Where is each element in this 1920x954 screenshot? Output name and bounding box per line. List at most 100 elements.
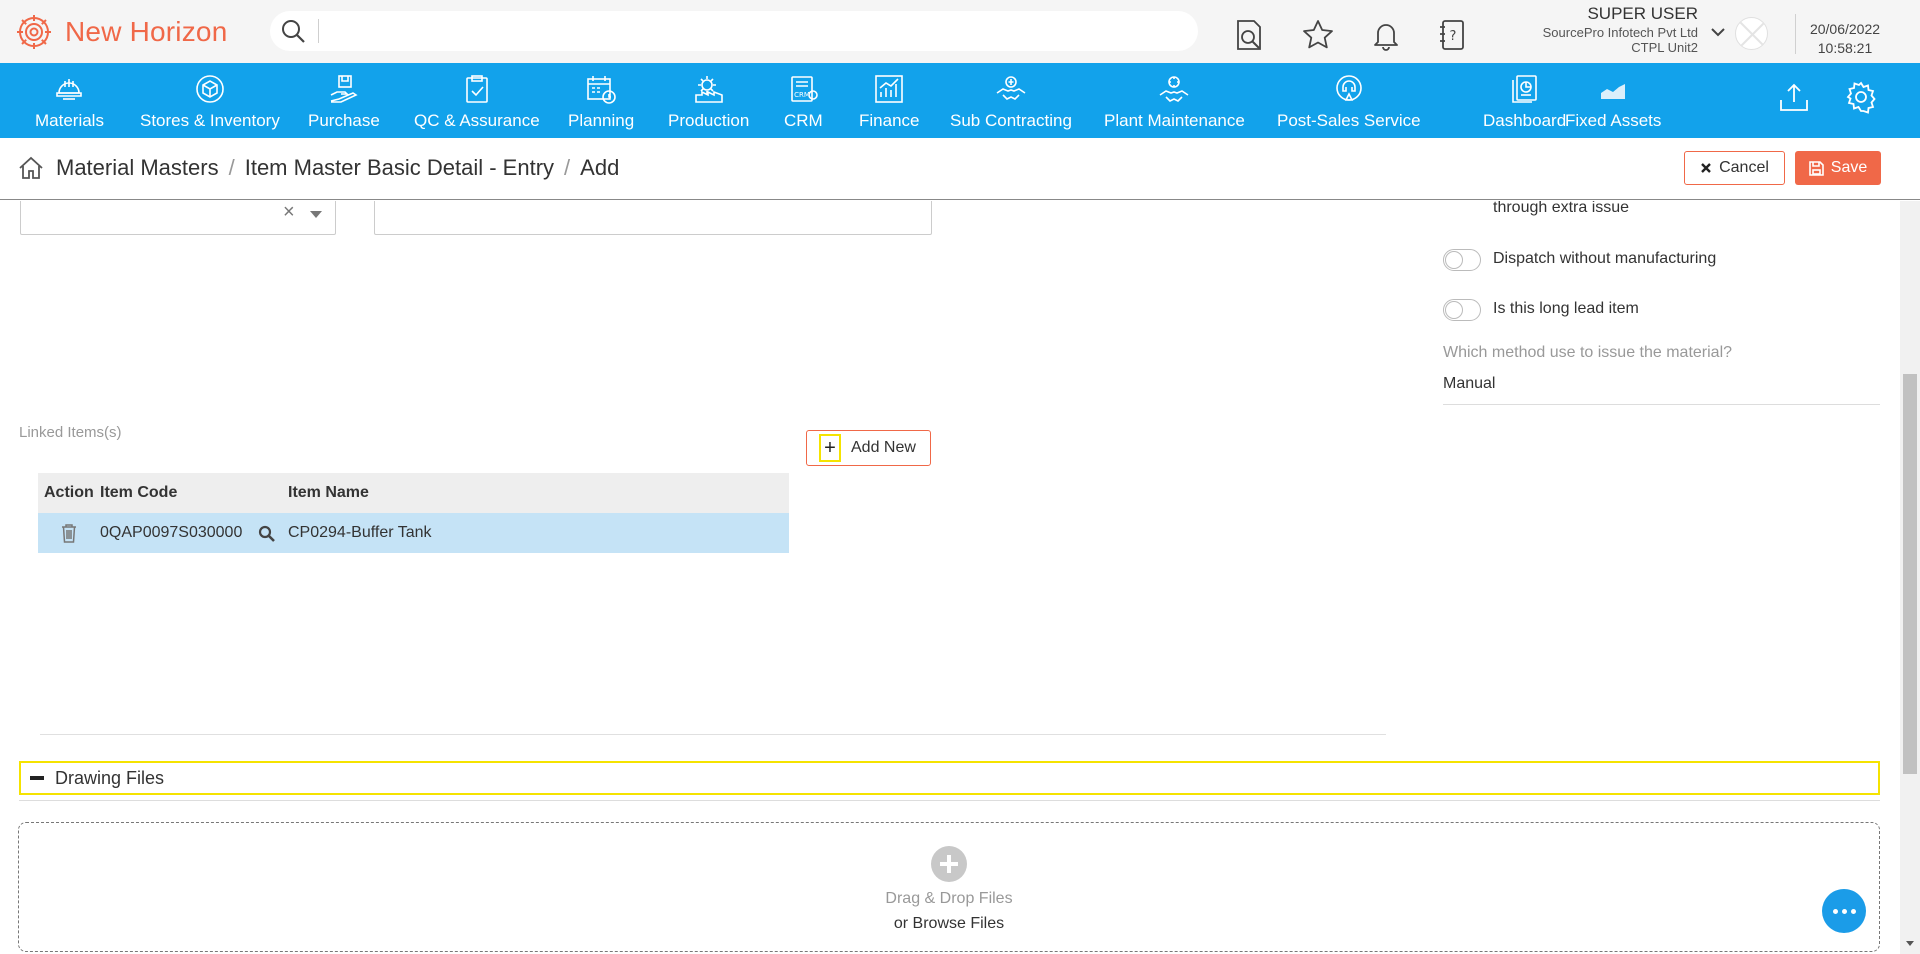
current-time: 10:58:21 xyxy=(1817,40,1873,56)
text-field[interactable] xyxy=(374,201,932,235)
add-circle-icon[interactable] xyxy=(931,846,967,882)
drawing-files-section-header[interactable]: Drawing Files xyxy=(19,761,1880,795)
nav-crm[interactable]: CRM CRM xyxy=(784,73,823,135)
nav-label: Production xyxy=(668,111,750,130)
item-name-value: CP0294-Buffer Tank xyxy=(288,524,432,541)
dot-icon xyxy=(1832,908,1838,914)
nav-label: Plant Maintenance xyxy=(1104,111,1245,130)
nav-stores-inventory[interactable]: Stores & Inventory xyxy=(140,73,280,135)
nav-sub-contracting[interactable]: Sub Contracting xyxy=(950,73,1072,135)
datetime: 20/06/2022 10:58:21 xyxy=(1800,20,1890,58)
nav-dashboard[interactable]: Dashboard xyxy=(1483,73,1566,135)
nav-qc-assurance[interactable]: QC & Assurance xyxy=(414,73,540,135)
user-org: SourcePro Infotech Pvt Ltd xyxy=(1542,25,1698,40)
svg-text:CRM: CRM xyxy=(794,91,810,99)
box-icon xyxy=(196,75,224,103)
document-search-icon[interactable] xyxy=(1232,18,1266,52)
table-row[interactable]: 0QAP0097S030000 CP0294-Buffer Tank xyxy=(38,513,789,553)
plus-icon: + xyxy=(819,434,841,462)
issue-method-field[interactable]: Manual xyxy=(1443,375,1880,405)
scroll-down-arrow-icon[interactable] xyxy=(1906,941,1914,946)
dot-icon xyxy=(1841,908,1847,914)
file-dropzone[interactable]: Drag & Drop Files or Browse Files xyxy=(18,822,1880,952)
scrollbar-thumb[interactable] xyxy=(1903,374,1917,774)
settings-gear-icon[interactable] xyxy=(1844,80,1878,114)
nav-label: Fixed Assets xyxy=(1565,111,1662,130)
nav-post-sales-service[interactable]: Post-Sales Service xyxy=(1277,73,1421,135)
save-button[interactable]: Save xyxy=(1795,151,1881,185)
global-search[interactable] xyxy=(270,11,1198,51)
col-item-code: Item Code xyxy=(100,484,178,501)
add-new-button[interactable]: + Add New xyxy=(806,430,931,466)
upload-icon[interactable] xyxy=(1777,80,1811,114)
search-separator xyxy=(318,19,319,43)
breadcrumb-separator: / xyxy=(564,155,571,180)
nav-planning[interactable]: Planning xyxy=(568,73,634,135)
caret-down-icon[interactable] xyxy=(310,211,322,218)
breadcrumb: Material Masters / Item Master Basic Det… xyxy=(56,155,619,181)
nav-label: Stores & Inventory xyxy=(140,111,280,130)
nav-plant-maintenance[interactable]: Plant Maintenance xyxy=(1104,73,1245,135)
maintenance-icon xyxy=(1159,76,1189,102)
breadcrumb-add: Add xyxy=(580,155,620,180)
long-lead-toggle[interactable] xyxy=(1443,299,1481,321)
search-icon[interactable] xyxy=(280,18,306,44)
nav-label: Post-Sales Service xyxy=(1277,111,1421,130)
help-book-icon[interactable]: ? xyxy=(1435,18,1469,52)
clear-icon[interactable]: × xyxy=(283,201,295,224)
area-chart-icon xyxy=(1601,84,1626,99)
breadcrumb-separator: / xyxy=(228,155,235,180)
nav-finance[interactable]: Finance xyxy=(859,73,919,135)
dispatch-toggle[interactable] xyxy=(1443,249,1481,271)
nav-label: Materials xyxy=(35,111,104,130)
main-nav: Materials Stores & Inventory Purchase QC… xyxy=(0,63,1920,138)
nav-label: Finance xyxy=(859,111,920,130)
trash-icon[interactable] xyxy=(61,523,77,543)
top-header: New Horizon ? SUPER USER SourcePro Infot… xyxy=(0,0,1920,63)
linked-items-table: Action Item Code Item Name 0QAP0097S0300… xyxy=(38,473,789,553)
nav-label: CRM xyxy=(784,111,823,130)
app-logo[interactable]: New Horizon xyxy=(14,12,227,52)
cancel-label: Cancel xyxy=(1719,159,1769,176)
section-title: Drawing Files xyxy=(55,767,165,788)
dropdown-select[interactable]: × xyxy=(20,201,336,235)
browse-files-link[interactable]: or Browse Files xyxy=(19,915,1879,933)
save-label: Save xyxy=(1830,159,1868,176)
helmet-icon xyxy=(56,79,83,100)
nav-materials[interactable]: Materials xyxy=(35,73,104,135)
linked-items-label: Linked Items(s) xyxy=(19,424,122,441)
nav-label: QC & Assurance xyxy=(414,111,540,130)
drag-drop-text: Drag & Drop Files xyxy=(885,890,1013,907)
nav-label: Sub Contracting xyxy=(950,111,1072,130)
current-date: 20/06/2022 xyxy=(1809,21,1881,37)
col-item-name: Item Name xyxy=(288,484,369,501)
search-input[interactable] xyxy=(326,17,1186,45)
handshake-icon xyxy=(996,76,1026,100)
user-unit: CTPL Unit2 xyxy=(1631,40,1698,55)
long-lead-label: Is this long lead item xyxy=(1493,300,1639,317)
nav-production[interactable]: Production xyxy=(668,73,749,135)
avatar-placeholder-icon xyxy=(1739,21,1766,48)
nav-purchase[interactable]: Purchase xyxy=(308,73,380,135)
search-icon[interactable] xyxy=(258,525,275,542)
item-code-value: 0QAP0097S030000 xyxy=(100,524,243,541)
extra-issue-text: through extra issue xyxy=(1493,201,1630,216)
nav-fixed-assets[interactable]: Fixed Assets xyxy=(1565,73,1661,135)
vertical-scrollbar[interactable] xyxy=(1900,201,1920,954)
bell-icon[interactable] xyxy=(1369,18,1403,52)
dispatch-label: Dispatch without manufacturing xyxy=(1493,250,1717,267)
star-icon[interactable] xyxy=(1301,18,1335,52)
collapse-minus-icon[interactable] xyxy=(30,776,44,780)
svg-text:?: ? xyxy=(1450,29,1457,44)
avatar[interactable] xyxy=(1735,17,1768,50)
home-icon[interactable] xyxy=(18,155,44,181)
cancel-button[interactable]: Cancel xyxy=(1684,151,1785,185)
add-new-label: Add New xyxy=(851,439,916,456)
breadcrumb-item-master-entry[interactable]: Item Master Basic Detail - Entry xyxy=(245,155,554,181)
row-action xyxy=(38,523,100,543)
chevron-down-icon[interactable] xyxy=(1710,26,1726,38)
clipboard-check-icon xyxy=(466,75,488,103)
breadcrumb-material-masters[interactable]: Material Masters xyxy=(56,155,219,181)
issue-method-label: Which method use to issue the material? xyxy=(1443,344,1733,361)
chat-bubble-button[interactable] xyxy=(1822,889,1866,933)
